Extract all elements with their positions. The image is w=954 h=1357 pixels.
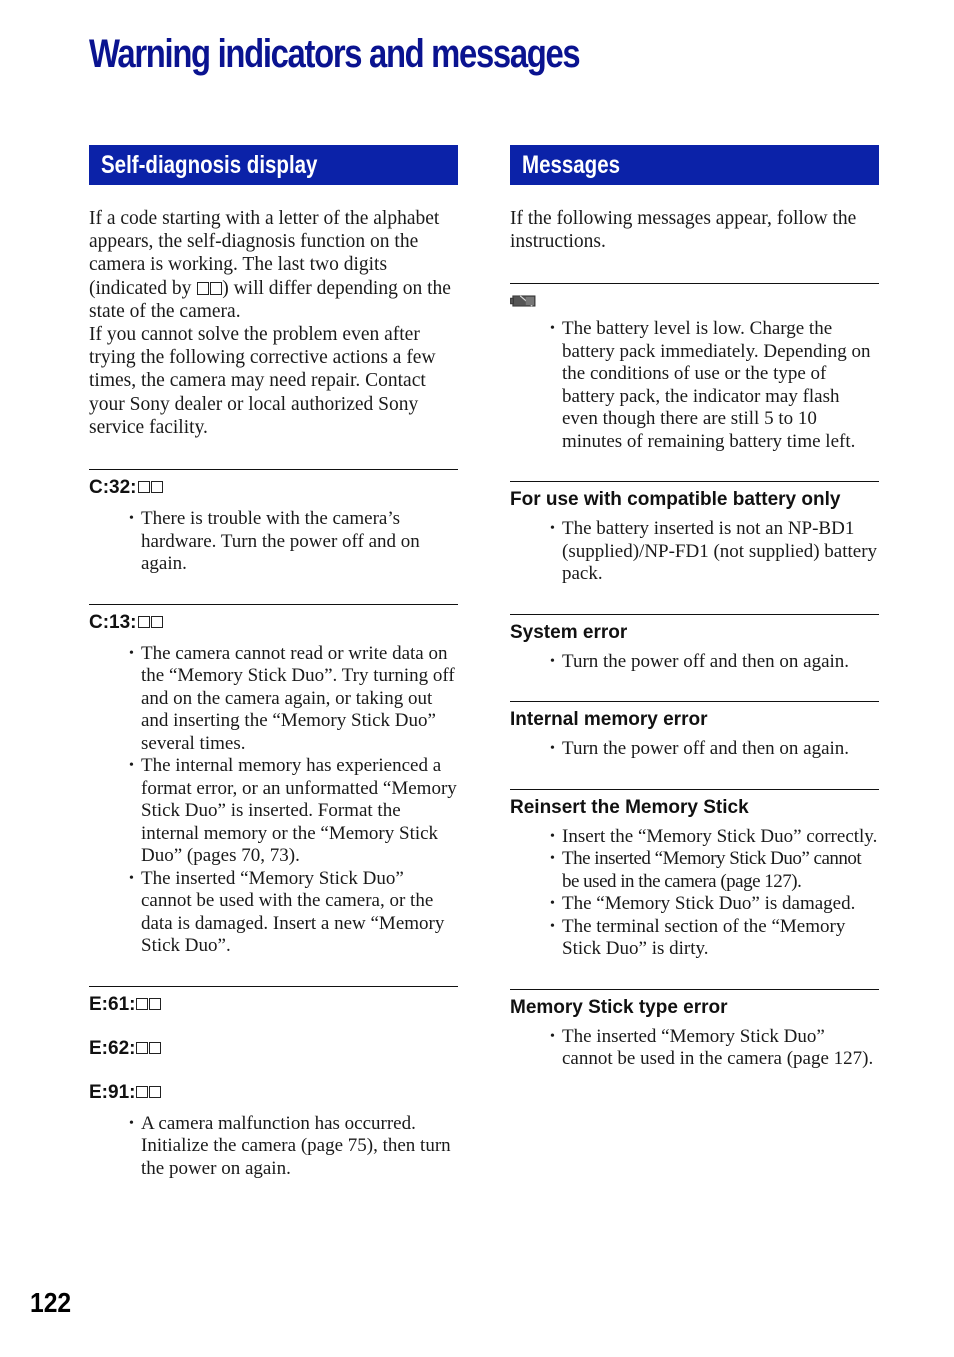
self-diagnosis-column: Self-diagnosis display If a code startin… [89,145,458,1180]
low-battery-row [510,294,879,308]
digit-placeholder-icon [149,1041,162,1054]
digit-placeholder-icon [196,281,209,295]
message-title: Internal memory error [510,709,708,731]
list-item: The battery inserted is not an NP-BD1 (s… [550,518,879,586]
messages-column: Messages If the following messages appea… [510,145,879,1071]
divider [89,469,458,471]
list-item: The battery level is low. Charge the bat… [550,318,879,453]
message-title: Reinsert the Memory Stick [510,796,749,818]
message-title: Memory Stick type error [510,996,728,1018]
list-item: The inserted “Memory Stick Duo” cannot b… [550,1026,879,1071]
bullet-list: Turn the power off and then on again. [510,738,879,761]
list-item: Turn the power off and then on again. [550,651,879,674]
digit-placeholder-icon [149,997,162,1010]
bullet-list: The camera cannot read or write data on … [89,643,458,958]
error-code-c32: C:32: [89,477,458,499]
bullet-list: A camera malfunction has occurred. Initi… [89,1113,458,1181]
digit-placeholder-icon [150,615,163,628]
low-battery-icon [510,295,536,307]
digit-placeholder-icon [137,615,150,628]
digit-placeholder-icon [136,1041,149,1054]
section-header-messages: Messages [510,145,879,185]
page-title: Warning indicators and messages [89,32,581,76]
divider [510,701,879,703]
list-item: The terminal section of the “Memory Stic… [550,916,879,961]
message-title: For use with compatible battery only [510,489,841,511]
bullet-list: There is trouble with the camera’s hardw… [89,508,458,576]
error-code-e91: E:91: [89,1082,458,1104]
divider [510,788,879,790]
list-item: Insert the “Memory Stick Duo” correctly. [550,826,879,849]
list-item: The inserted “Memory Stick Duo” cannot b… [129,868,458,958]
bullet-list: Insert the “Memory Stick Duo” correctly.… [510,826,879,961]
divider [510,613,879,615]
self-diagnosis-intro: If a code starting with a letter of the … [89,208,451,438]
list-item: The “Memory Stick Duo” is damaged. [550,893,879,916]
bullet-list: The battery inserted is not an NP-BD1 (s… [510,518,879,586]
error-code-e62: E:62: [89,1038,458,1060]
list-item: The internal memory has experienced a fo… [129,755,458,868]
bullet-list: The inserted “Memory Stick Duo” cannot b… [510,1026,879,1071]
digit-placeholder-icon [150,481,163,494]
bullet-list: Turn the power off and then on again. [510,651,879,674]
divider [89,603,458,605]
divider [510,481,879,483]
bullet-list: The battery level is low. Charge the bat… [510,318,879,453]
digit-placeholder-icon [149,1085,162,1098]
section-header-self-diagnosis: Self-diagnosis display [89,145,458,185]
error-code-e61: E:61: [89,994,458,1016]
list-item: There is trouble with the camera’s hardw… [129,508,458,576]
divider [510,988,879,990]
list-item: The inserted “Memory Stick Duo” cannot b… [550,848,879,893]
error-code-c13: C:13: [89,612,458,634]
list-item: A camera malfunction has occurred. Initi… [129,1113,458,1181]
digit-placeholder-icon [136,1085,149,1098]
page-number: 122 [30,1287,72,1318]
digit-placeholder-icon [209,281,222,295]
digit-placeholder-icon [137,481,150,494]
digit-placeholder-icon [136,997,149,1010]
divider [510,283,879,285]
divider [89,985,458,987]
messages-intro: If the following messages appear, follow… [510,208,857,253]
list-item: Turn the power off and then on again. [550,738,879,761]
message-title: System error [510,621,628,643]
list-item: The camera cannot read or write data on … [129,643,458,756]
